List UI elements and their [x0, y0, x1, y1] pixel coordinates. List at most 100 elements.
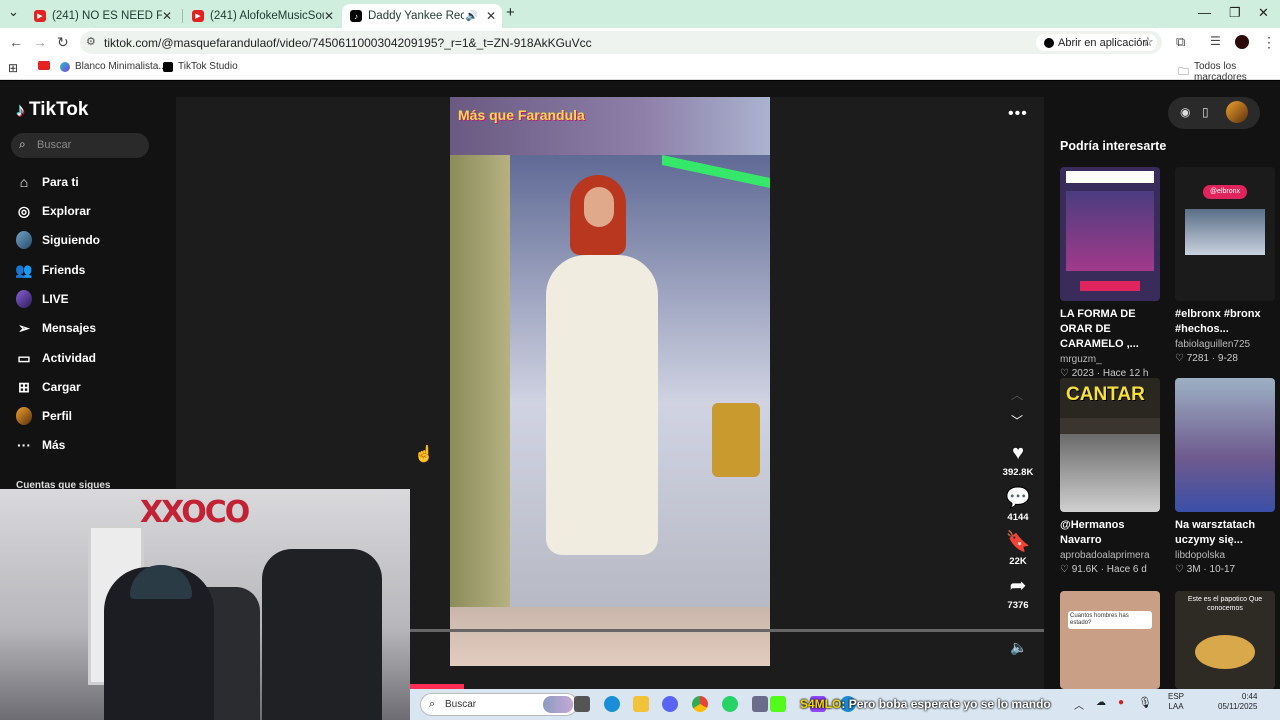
recommendation-card[interactable]: Cuantos hombres has estado?	[1060, 591, 1160, 689]
bookmark-tiktok-studio[interactable]: TikTok Studio	[163, 61, 238, 72]
open-in-app-button[interactable]: Abrir en aplicación	[1036, 34, 1157, 51]
tiktok-logo[interactable]: ♪ TikTok	[16, 99, 88, 121]
card-title: @Hermanos Navarro	[1060, 519, 1125, 546]
close-tab-icon[interactable]: ✕	[324, 9, 334, 23]
close-tab-icon[interactable]: ✕	[162, 9, 172, 23]
video-player[interactable]: Más que Farandula	[450, 97, 770, 666]
wall-graffiti: XXOCO	[140, 495, 250, 530]
nav-para-ti[interactable]: ⌂ Para ti	[16, 174, 79, 190]
tray-chevron-icon[interactable]: ︿	[1074, 697, 1084, 712]
recommendation-card[interactable]: LA FORMA DE ORAR DE CARAMELO ,... mrguzm…	[1060, 167, 1160, 379]
browser-tab-3-active[interactable]: ♪ Daddy Yankee Recupera 10 🔊 ✕	[342, 4, 502, 28]
file-explorer-icon[interactable]	[633, 696, 649, 712]
coin-icon[interactable]: ◉	[1180, 105, 1190, 119]
video-progress-bar[interactable]	[410, 629, 1044, 632]
nav-label: Friends	[42, 263, 86, 277]
card-title: Na warsztatach uczymy się...	[1175, 519, 1256, 546]
profile-icon	[16, 407, 32, 425]
card-thumbnail: @elbronx	[1175, 167, 1275, 301]
new-tab-icon[interactable]: +	[506, 4, 515, 21]
search-input[interactable]: ⌕ Buscar	[11, 133, 149, 158]
nav-mensajes[interactable]: ➢ Mensajes	[16, 320, 96, 336]
video-bottom-banner	[450, 607, 770, 666]
profile-avatar[interactable]	[1235, 35, 1249, 49]
nav-siguiendo[interactable]: Siguiendo	[16, 231, 100, 249]
top-right-actions: ◉ ▯	[1168, 97, 1260, 129]
video-frame	[450, 155, 770, 607]
all-bookmarks-button[interactable]: 🗀 Todos los marcadores	[1178, 61, 1280, 83]
app-icon[interactable]	[752, 696, 768, 712]
logo-text: TikTok	[29, 99, 89, 120]
recommendation-card[interactable]: Este es el papotico Que conocemos	[1175, 591, 1275, 689]
like-button[interactable]: ♥ 392.8K	[998, 442, 1038, 478]
taskbar-search-input[interactable]: ⌕ Buscar	[420, 693, 578, 716]
tab-title: Daddy Yankee Recupera 10	[368, 10, 464, 22]
site-info-icon[interactable]: ⚙	[86, 35, 96, 48]
whatsapp-icon[interactable]	[722, 696, 738, 712]
nav-label: Actividad	[42, 351, 97, 365]
edge-icon[interactable]	[604, 696, 620, 712]
comment-button[interactable]: 💬 4144	[998, 485, 1038, 523]
menu-dots-icon[interactable]: ⋮	[1262, 34, 1276, 51]
bookmark-label: Blanco Minimalista...	[75, 61, 167, 72]
recommendation-card[interactable]: @elbronx #elbronx #bronx #hechos... fabi…	[1175, 167, 1275, 364]
address-bar[interactable]: ⚙ tiktok.com/@masquefarandulaof/video/74…	[80, 31, 1162, 54]
card-author: libdopolska	[1175, 550, 1226, 561]
microphone-icon[interactable]: 🎙	[1138, 696, 1152, 709]
tiktok-icon	[163, 61, 173, 72]
nav-friends[interactable]: 👥 Friends	[15, 261, 86, 278]
browser-tab-1[interactable]: ▶ (241) NO ES NEED FOR SPEED ✕	[26, 4, 178, 28]
chrome-icon[interactable]	[692, 696, 708, 712]
close-window-icon[interactable]: ✕	[1258, 5, 1269, 21]
language-indicator[interactable]: ESP LAA	[1168, 692, 1184, 712]
nav-mas[interactable]: ··· Más	[16, 437, 65, 453]
url-text[interactable]: tiktok.com/@masquefarandulaof/video/7450…	[104, 36, 592, 50]
system-clock[interactable]: 0:44 05/11/2025	[1218, 692, 1257, 712]
browser-tab-2[interactable]: ▶ (241) AlofokeMusicSounds - Yo ✕	[184, 4, 340, 28]
back-icon[interactable]: ←	[9, 34, 23, 50]
extensions-icon[interactable]: ⧉	[1176, 34, 1185, 50]
prev-video-icon[interactable]: ︿	[1011, 386, 1023, 403]
user-avatar[interactable]	[1226, 101, 1248, 123]
share-button[interactable]: ➦ 7376	[998, 573, 1038, 611]
nav-actividad[interactable]: ▭ Actividad	[16, 350, 96, 366]
webcam-overlay: XXOCO	[0, 489, 410, 720]
next-video-icon[interactable]: ﹀	[1011, 412, 1023, 429]
nav-perfil[interactable]: Perfil	[16, 407, 72, 425]
youtube-icon: ▶	[192, 10, 204, 22]
tray-app-icon[interactable]: ●	[1118, 697, 1124, 708]
tab-search-chevron-icon[interactable]: ⌄	[8, 4, 19, 20]
discord-icon[interactable]	[662, 696, 678, 712]
card-meta: ♡ 3M · 10-17	[1175, 564, 1236, 575]
nav-label: Para ti	[42, 175, 79, 189]
forward-icon[interactable]: →	[33, 34, 47, 50]
apps-grid-icon[interactable]: ⊞	[8, 61, 18, 75]
nav-cargar[interactable]: ⊞ Cargar	[16, 379, 81, 395]
nav-live[interactable]: LIVE	[16, 290, 69, 308]
save-button[interactable]: 🔖 22K	[998, 529, 1038, 567]
volume-icon[interactable]: 🔈	[1010, 639, 1027, 656]
nav-explorar[interactable]: ◎ Explorar	[16, 203, 91, 219]
cloud-icon[interactable]: ☁	[1096, 697, 1106, 708]
reload-icon[interactable]: ↻	[57, 34, 69, 51]
bookmark-youtube[interactable]	[38, 61, 50, 70]
more-options-icon[interactable]: •••	[1008, 105, 1028, 123]
friends-icon: 👥	[15, 261, 33, 278]
task-view-icon[interactable]	[574, 696, 590, 712]
live-icon	[16, 290, 32, 308]
play-icon: ♡	[1175, 564, 1187, 575]
device-icon[interactable]: ▯	[1202, 105, 1209, 119]
bookmark-blanco-minimalista[interactable]: Blanco Minimalista...	[60, 61, 167, 72]
minimize-icon[interactable]: —	[1198, 5, 1211, 20]
speaker-icon[interactable]: 🔊	[466, 11, 478, 22]
close-tab-icon[interactable]: ✕	[486, 9, 496, 23]
restore-icon[interactable]: ❐	[1229, 5, 1241, 21]
kick-icon[interactable]	[770, 696, 786, 712]
recommendation-card[interactable]: Na warsztatach uczymy się... libdopolska…	[1175, 378, 1275, 575]
tab-title: (241) AlofokeMusicSounds - Yo	[210, 10, 324, 22]
reading-list-icon[interactable]: ☰	[1210, 34, 1221, 48]
star-icon[interactable]: ☆	[1142, 34, 1154, 50]
recommendation-card[interactable]: CANTAR @Hermanos Navarro aprobadoalaprim…	[1060, 378, 1160, 575]
nav-label: Siguiendo	[42, 233, 100, 247]
card-thumbnail	[1175, 378, 1275, 512]
